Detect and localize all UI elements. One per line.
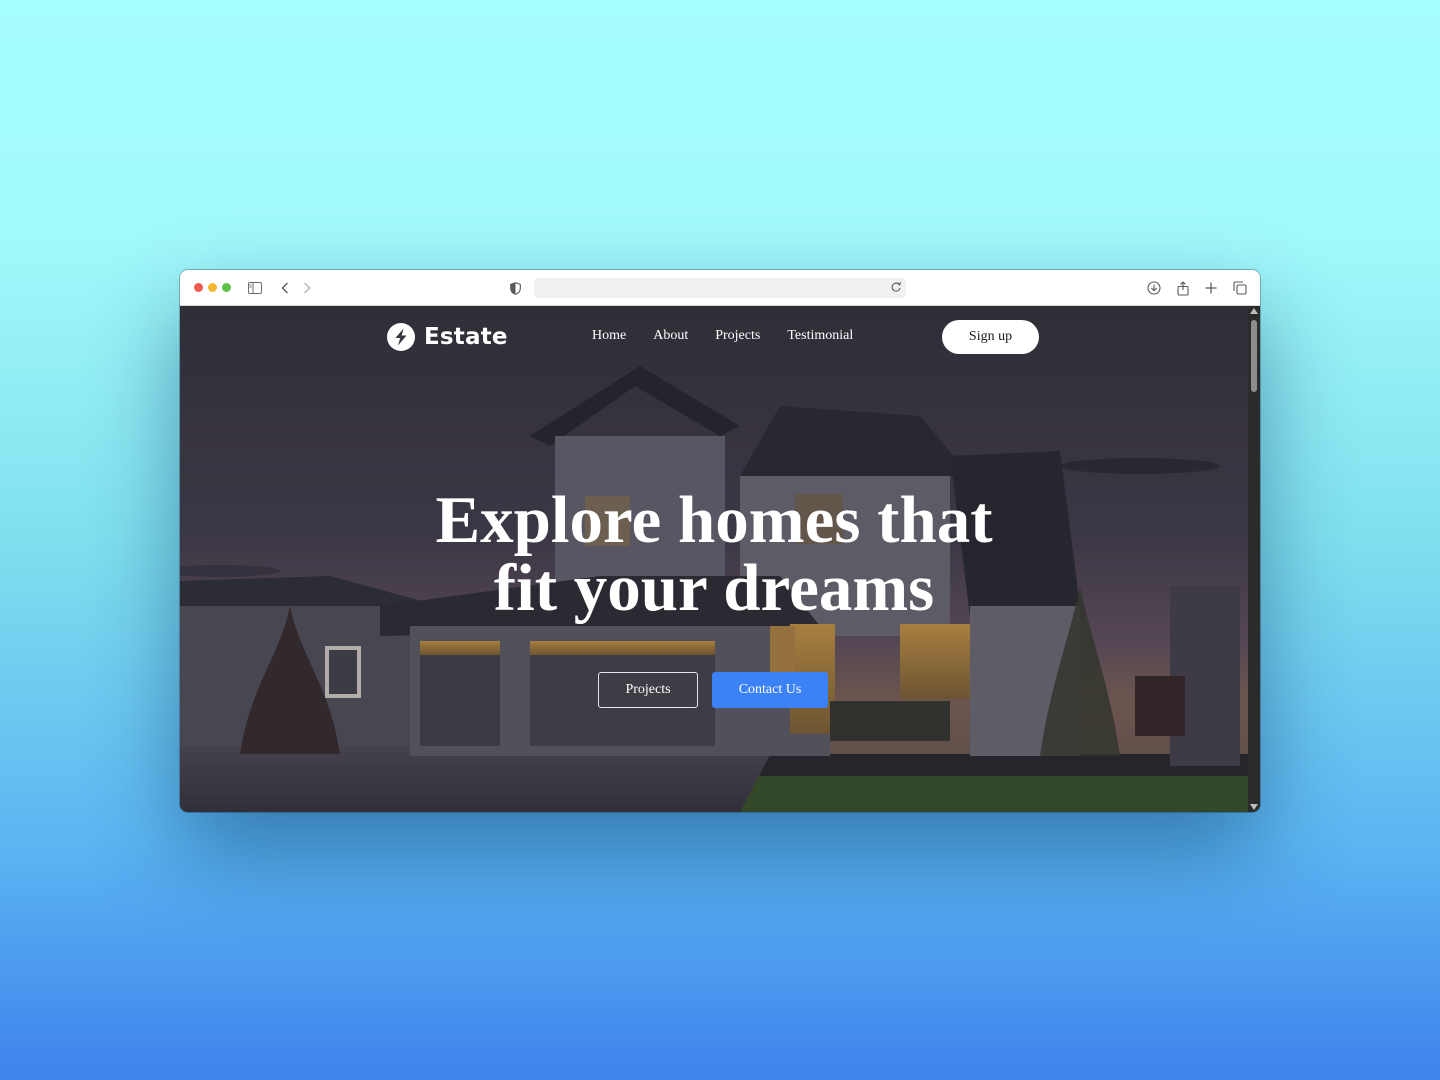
site-navbar: Estate Home About Projects Testimonial S… — [180, 306, 1248, 366]
signup-button[interactable]: Sign up — [942, 320, 1039, 354]
logo-text: Estate — [424, 324, 508, 350]
lightning-logo-icon — [387, 323, 415, 351]
nav-link-projects[interactable]: Projects — [715, 328, 760, 344]
browser-toolbar — [180, 270, 1260, 306]
shield-icon[interactable] — [505, 278, 525, 298]
hero-headline-line-1: Explore homes that — [435, 483, 993, 557]
hero-headline: Explore homes that fit your dreams — [180, 486, 1248, 622]
forward-icon[interactable] — [297, 278, 317, 298]
scroll-up-arrow-icon[interactable] — [1250, 308, 1258, 314]
address-bar[interactable] — [534, 278, 906, 298]
new-tab-icon[interactable] — [1201, 278, 1221, 298]
site-logo[interactable]: Estate — [387, 323, 508, 351]
reload-icon[interactable] — [890, 280, 902, 299]
close-window-button[interactable] — [194, 283, 203, 292]
nav-menu: Home About Projects Testimonial — [592, 328, 853, 344]
nav-link-home[interactable]: Home — [592, 328, 626, 344]
sidebar-icon[interactable] — [245, 278, 265, 298]
hero-headline-line-2: fit your dreams — [493, 551, 935, 625]
share-icon[interactable] — [1173, 278, 1193, 298]
nav-link-about[interactable]: About — [653, 328, 688, 344]
minimize-window-button[interactable] — [208, 283, 217, 292]
scroll-thumb[interactable] — [1251, 320, 1257, 392]
contact-us-button[interactable]: Contact Us — [712, 672, 828, 708]
zoom-window-button[interactable] — [222, 283, 231, 292]
projects-button[interactable]: Projects — [598, 672, 698, 708]
tabs-icon[interactable] — [1230, 278, 1250, 298]
vertical-scrollbar[interactable] — [1248, 306, 1260, 812]
nav-link-testimonial[interactable]: Testimonial — [787, 328, 853, 344]
back-icon[interactable] — [275, 278, 295, 298]
page-viewport: Estate Home About Projects Testimonial S… — [180, 306, 1260, 812]
scroll-down-arrow-icon[interactable] — [1250, 804, 1258, 810]
download-icon[interactable] — [1144, 278, 1164, 298]
browser-window: Estate Home About Projects Testimonial S… — [180, 270, 1260, 812]
